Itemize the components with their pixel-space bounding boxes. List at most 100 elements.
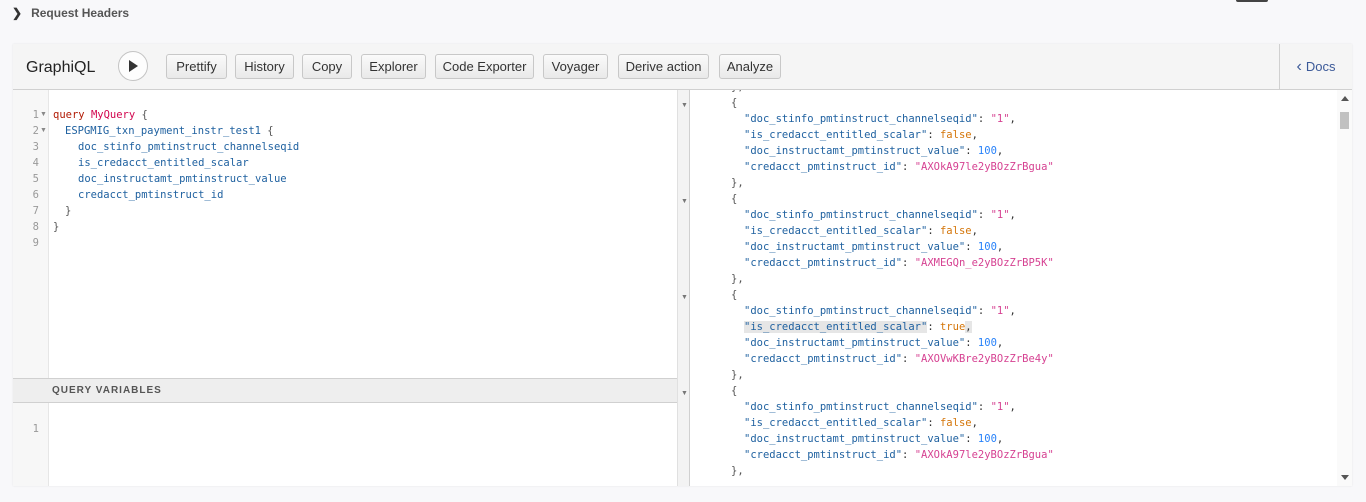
root-field: ESPGMIG_txn_payment_instr_test1: [65, 125, 261, 137]
json-line: "doc_stinfo_pmtinstruct_channelseqid": "…: [744, 209, 1016, 221]
field-line: doc_stinfo_pmtinstruct_channelseqid: [78, 141, 300, 153]
line-number: 6: [32, 189, 39, 201]
scrollbar-thumb[interactable]: [1340, 112, 1349, 129]
json-line: "doc_instructamt_pmtinstruct_value": 100…: [744, 145, 1004, 157]
query-variables-editor[interactable]: 1: [13, 403, 677, 486]
fold-triangle-icon[interactable]: ▼: [681, 294, 688, 301]
code-line: {: [731, 385, 738, 397]
json-line: "doc_instructamt_pmtinstruct_value": 100…: [744, 433, 1004, 445]
toolbar: GraphiQL Prettify History Copy Explorer …: [13, 44, 1352, 90]
brace: {: [267, 125, 274, 137]
json-value: "1": [990, 401, 1010, 413]
json-value: "AXMEGQn_e2yBOzZrBP5K": [914, 257, 1054, 269]
json-line: "doc_stinfo_pmtinstruct_channelseqid": "…: [744, 401, 1016, 413]
json-value: "1": [990, 113, 1010, 125]
graphiql-app: GraphiQL Prettify History Copy Explorer …: [13, 44, 1352, 486]
fold-triangle-icon[interactable]: ▼: [681, 198, 688, 205]
chevron-left-icon: ‹: [1296, 58, 1302, 75]
request-headers-label: Request Headers: [31, 6, 130, 20]
json-line: "is_credacct_entitled_scalar": false,: [744, 225, 978, 237]
query-editor[interactable]: 1 ▼ 2 ▼ 3 4 5 6 7 8 9 query MyQuery { ES…: [13, 90, 677, 378]
line-number: 2: [32, 125, 39, 137]
line-number: 1: [32, 109, 39, 121]
json-value: "AXOkA97le2yBOzZrBgua": [914, 161, 1054, 173]
json-value: "AXOVwKBre2yBOzZrBe4y": [914, 353, 1054, 365]
json-line: "credacct_pmtinstruct_id": "AXMEGQn_e2yB…: [744, 257, 1054, 269]
scroll-up-icon[interactable]: [1341, 96, 1349, 101]
code-line: query MyQuery {: [53, 107, 148, 123]
json-value: "AXOkA97le2yBOzZrBgua": [914, 449, 1054, 461]
line-number: 3: [32, 141, 39, 153]
json-key: "credacct_pmtinstruct_id": [744, 161, 903, 173]
prettify-button[interactable]: Prettify: [166, 54, 227, 79]
json-line: "credacct_pmtinstruct_id": "AXOkA97le2yB…: [744, 161, 1054, 173]
json-key: "doc_instructamt_pmtinstruct_value": [744, 337, 966, 349]
json-value: 100: [977, 241, 997, 253]
copy-button[interactable]: Copy: [302, 54, 352, 79]
line-number: 7: [32, 205, 39, 217]
line-number: 4: [32, 157, 39, 169]
voyager-button[interactable]: Voyager: [543, 54, 608, 79]
request-headers-toggle[interactable]: ❯ Request Headers: [12, 6, 129, 20]
field-line: doc_instructamt_pmtinstruct_value: [78, 173, 287, 185]
json-value: false: [939, 129, 972, 141]
code-exporter-button[interactable]: Code Exporter: [435, 54, 534, 79]
scroll-down-icon[interactable]: [1341, 475, 1349, 480]
code-line: },: [731, 177, 744, 189]
json-line: "doc_stinfo_pmtinstruct_channelseqid": "…: [744, 305, 1016, 317]
derive-action-button[interactable]: Derive action: [618, 54, 709, 79]
json-value: "1": [990, 209, 1010, 221]
query-keyword: query: [53, 109, 85, 121]
result-viewer[interactable]: }, { "doc_stinfo_pmtinstruct_channelseqi…: [690, 90, 1337, 486]
code-line: ESPGMIG_txn_payment_instr_test1 {: [65, 123, 274, 139]
field-line: credacct_pmtinstruct_id: [78, 189, 224, 201]
top-tab-handle: [1236, 0, 1268, 2]
result-scrollbar[interactable]: [1337, 90, 1352, 486]
line-number: 9: [32, 237, 39, 249]
json-line: "is_credacct_entitled_scalar": false,: [744, 417, 978, 429]
json-key: "doc_instructamt_pmtinstruct_value": [744, 145, 966, 157]
fold-triangle-icon[interactable]: ▼: [681, 102, 688, 109]
app-title: GraphiQL: [26, 59, 96, 76]
code-line: {: [731, 97, 738, 109]
line-gutter: 1: [13, 403, 49, 486]
json-line: "doc_instructamt_pmtinstruct_value": 100…: [744, 337, 1004, 349]
json-value: 100: [977, 337, 997, 349]
json-key: "doc_stinfo_pmtinstruct_channelseqid": [744, 305, 978, 317]
json-line: "credacct_pmtinstruct_id": "AXOkA97le2yB…: [744, 449, 1054, 461]
query-name: MyQuery: [90, 109, 136, 121]
code-line: },: [731, 273, 744, 285]
explorer-button[interactable]: Explorer: [361, 54, 426, 79]
json-key: "doc_stinfo_pmtinstruct_channelseqid": [744, 113, 978, 125]
fold-triangle-icon[interactable]: ▼: [681, 390, 688, 397]
json-line: "credacct_pmtinstruct_id": "AXOVwKBre2yB…: [744, 353, 1054, 365]
history-button[interactable]: History: [235, 54, 294, 79]
code-line: },: [731, 369, 744, 381]
line-number: 5: [32, 173, 39, 185]
json-key: "doc_instructamt_pmtinstruct_value": [744, 241, 966, 253]
chevron-right-icon: ❯: [12, 6, 23, 20]
json-value: false: [939, 225, 972, 237]
code-line: {: [731, 193, 738, 205]
code-line: },: [731, 465, 744, 477]
json-line: "is_credacct_entitled_scalar": true,: [744, 321, 972, 333]
fold-triangle-icon[interactable]: ▼: [40, 123, 47, 139]
line-number: 8: [32, 221, 39, 233]
json-line: "doc_stinfo_pmtinstruct_channelseqid": "…: [744, 113, 1016, 125]
json-key: "is_credacct_entitled_scalar": [744, 417, 928, 429]
json-value: "1": [990, 305, 1010, 317]
docs-button[interactable]: ‹ Docs: [1279, 44, 1352, 89]
line-number: 1: [32, 423, 39, 435]
query-variables-header[interactable]: QUERY VARIABLES: [13, 378, 677, 403]
json-value: false: [939, 417, 972, 429]
fold-triangle-icon[interactable]: ▼: [40, 107, 47, 123]
brace: {: [141, 109, 148, 121]
play-icon: [129, 60, 138, 72]
json-key: "is_credacct_entitled_scalar": [744, 129, 928, 141]
analyze-button[interactable]: Analyze: [719, 54, 781, 79]
json-line: "doc_instructamt_pmtinstruct_value": 100…: [744, 241, 1004, 253]
execute-button[interactable]: [118, 51, 148, 81]
brace: }: [65, 205, 72, 217]
field-line: is_credacct_entitled_scalar: [78, 157, 249, 169]
brace: }: [53, 221, 60, 233]
